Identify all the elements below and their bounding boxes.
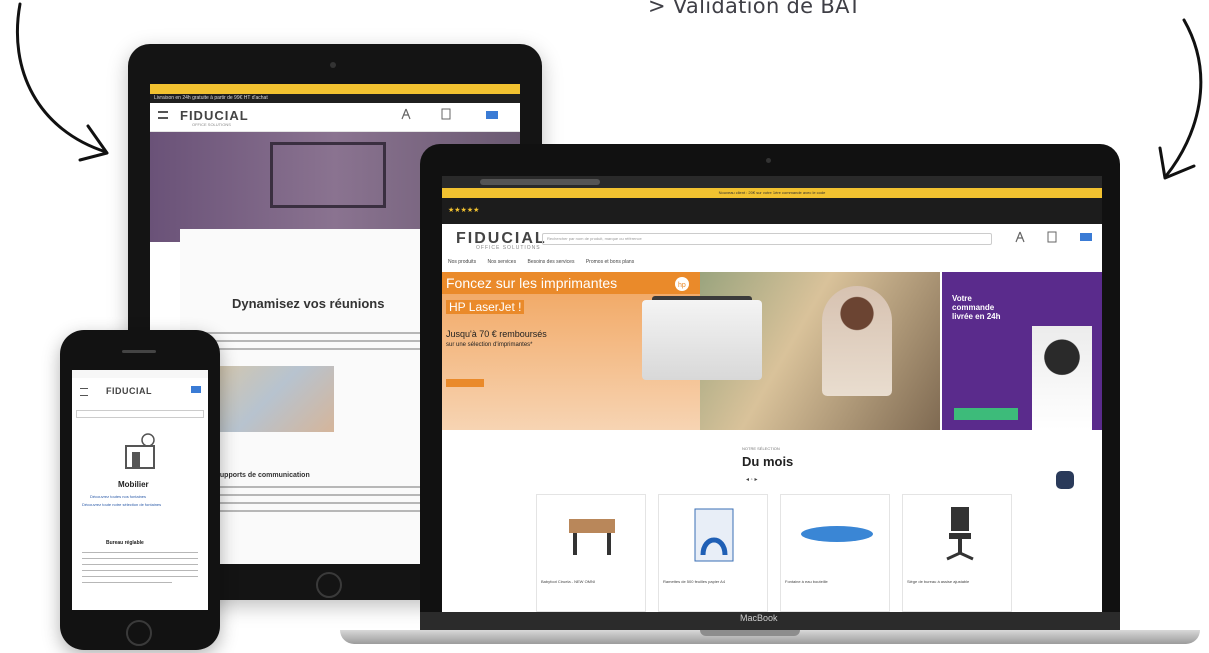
nav-item[interactable]: Promos et bons plans bbox=[586, 259, 634, 265]
text-line bbox=[202, 510, 422, 512]
menu-icon[interactable] bbox=[158, 111, 168, 119]
caption-text: > Validation de BAT bbox=[648, 0, 862, 18]
text-line bbox=[82, 570, 198, 571]
product-name: Ramettes de 500 feuilles papier A4 bbox=[663, 579, 726, 584]
phone-status-bar bbox=[72, 370, 208, 378]
banner-product: HP LaserJet ! bbox=[446, 300, 525, 314]
banner-price-sub: sur une sélection d'imprimantes* bbox=[446, 342, 533, 348]
main-nav: Nos produits Nos services Besoins des se… bbox=[442, 256, 1102, 268]
curved-arrow-left-icon bbox=[15, 2, 109, 162]
tablet-logo-sub: OFFICE SOLUTIONS bbox=[192, 122, 231, 127]
text-line bbox=[82, 558, 198, 559]
product-name: Fontaine à eau bouteille bbox=[785, 579, 828, 584]
phone-device: FIDUCIAL Mobilier Découvrez toutes nos f… bbox=[60, 330, 220, 650]
curved-arrow-right-icon bbox=[1158, 18, 1203, 180]
phone-link-1[interactable]: Découvrez toutes nos fontaines bbox=[90, 494, 146, 499]
phone-cart-icon[interactable] bbox=[190, 384, 202, 394]
account-icon[interactable] bbox=[400, 107, 412, 121]
browser-chrome bbox=[442, 176, 1102, 188]
tablet-announce-bar: Livraison en 24h gratuite à partir de 99… bbox=[150, 94, 520, 103]
account-icon[interactable] bbox=[1014, 230, 1026, 244]
tablet-logo[interactable]: FIDUCIAL bbox=[180, 108, 249, 123]
tablet-article-title: Dynamisez vos réunions bbox=[232, 296, 385, 311]
office-chair-icon bbox=[946, 507, 974, 561]
orders-icon[interactable] bbox=[1046, 230, 1058, 244]
product-card[interactable]: Ramettes de 500 feuilles papier A4 bbox=[658, 494, 768, 612]
laptop-camera bbox=[766, 158, 771, 163]
text-line bbox=[82, 582, 172, 583]
selection-title: Du mois bbox=[742, 454, 794, 469]
nav-item[interactable]: Nos produits bbox=[448, 259, 476, 265]
delivery-banner-title: Votre commande livrée en 24h bbox=[952, 294, 1001, 321]
phone-menu-icon[interactable] bbox=[80, 388, 88, 396]
site-logo-sub: OFFICE SOLUTIONS bbox=[476, 245, 541, 251]
laptop-notch bbox=[700, 630, 800, 636]
site-header: FIDUCIAL OFFICE SOLUTIONS Rechercher par… bbox=[442, 224, 1102, 254]
laptop-device: Nouveau client : 20€ sur votre 1ère comm… bbox=[420, 144, 1120, 630]
cart-icon[interactable] bbox=[484, 107, 500, 121]
carousel-pager[interactable]: ◂ ◦ ▸ bbox=[746, 476, 757, 483]
nav-item[interactable]: Besoins des services bbox=[527, 259, 574, 265]
banner-headline: Foncez sur les imprimantes bbox=[446, 275, 618, 291]
selection-label: NOTRE SÉLECTION bbox=[742, 446, 780, 451]
water-fountain-icon bbox=[801, 526, 873, 542]
banner-person-image bbox=[822, 286, 892, 396]
text-line bbox=[82, 576, 198, 577]
rating-stars-icon: ★★★★★ bbox=[448, 207, 480, 214]
product-name: Siège de bureau à assise ajustable bbox=[907, 579, 970, 584]
phone-logo[interactable]: FIDUCIAL bbox=[106, 386, 152, 396]
browser-url-bar[interactable] bbox=[480, 179, 600, 185]
cart-icon[interactable] bbox=[1078, 230, 1094, 242]
product-card[interactable]: Babyfoot Ciruela - NEW OMNI bbox=[536, 494, 646, 612]
search-input[interactable]: Rechercher par nom de produit, marque ou… bbox=[542, 233, 992, 245]
delivery-banner-button[interactable] bbox=[954, 408, 1018, 420]
furniture-icon bbox=[125, 433, 155, 469]
info-bar: ★★★★★ bbox=[442, 198, 1102, 224]
chat-icon[interactable] bbox=[1056, 471, 1074, 489]
phone-home-button[interactable] bbox=[126, 620, 152, 646]
tablet-article-photo bbox=[202, 366, 334, 432]
phone-screen: FIDUCIAL Mobilier Découvrez toutes nos f… bbox=[72, 370, 208, 610]
laptop-screen: Nouveau client : 20€ sur votre 1ère comm… bbox=[442, 176, 1102, 612]
banner-cta-button[interactable] bbox=[446, 379, 484, 387]
hp-logo-icon: hp bbox=[675, 277, 689, 291]
product-card[interactable]: Siège de bureau à assise ajustable bbox=[902, 494, 1012, 612]
tablet-camera bbox=[330, 62, 336, 68]
product-card[interactable]: Fontaine à eau bouteille bbox=[780, 494, 890, 612]
foosball-table-icon bbox=[569, 519, 615, 555]
phone-speaker bbox=[122, 350, 156, 353]
phone-link-2[interactable]: Découvrez toute notre sélection de fonta… bbox=[82, 502, 161, 507]
tablet-hero-window bbox=[270, 142, 386, 208]
support-agent-image bbox=[1032, 326, 1092, 430]
phone-search-input[interactable] bbox=[76, 410, 204, 418]
nav-item[interactable]: Nos services bbox=[487, 259, 516, 265]
phone-subtitle: Bureau réglable bbox=[106, 540, 144, 546]
phone-category-title: Mobilier bbox=[118, 480, 149, 489]
tablet-promo-bar[interactable] bbox=[150, 84, 520, 94]
product-name: Babyfoot Ciruela - NEW OMNI bbox=[541, 579, 596, 584]
laptop-brand-label: MacBook bbox=[740, 613, 778, 623]
tablet-home-button[interactable] bbox=[316, 572, 342, 598]
orders-icon[interactable] bbox=[440, 107, 452, 121]
tablet-header: FIDUCIAL OFFICE SOLUTIONS bbox=[150, 103, 520, 132]
banner-price: Jusqu'à 70 € remboursés bbox=[446, 329, 547, 339]
svg-text:hp: hp bbox=[678, 282, 686, 289]
text-line bbox=[82, 552, 198, 553]
promo-bar[interactable]: Nouveau client : 20€ sur votre 1ère comm… bbox=[442, 188, 1102, 198]
printer-image bbox=[642, 300, 762, 380]
text-line bbox=[82, 564, 198, 565]
paper-ream-icon bbox=[694, 508, 734, 562]
